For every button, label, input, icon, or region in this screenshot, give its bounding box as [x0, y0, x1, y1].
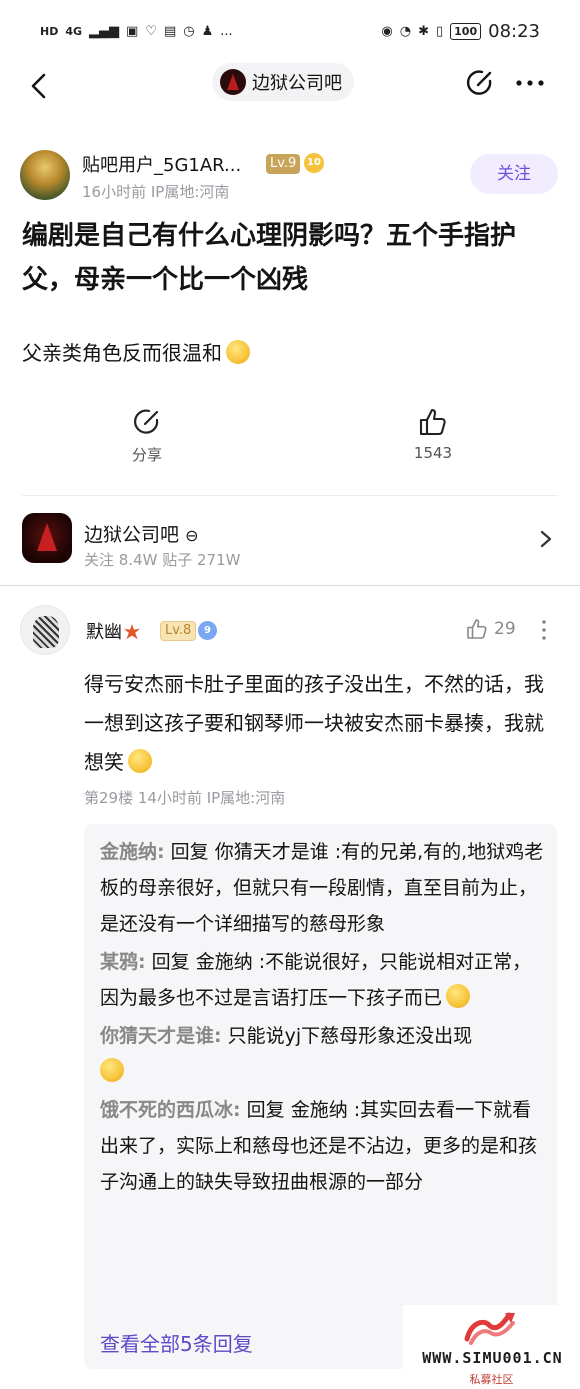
- commenter-level-badge: Lv.8: [160, 621, 197, 641]
- shocked-emoji-icon: [100, 1058, 124, 1082]
- nav-forum-title: 边狱公司吧: [252, 73, 342, 94]
- reply-item[interactable]: 某鸦: 回复 金施纳 :不能说很好，只能说相对正常，因为最多也不过是言语打压一下…: [100, 944, 545, 1016]
- comment-meta: 第29楼 14小时前 IP属地:河南: [84, 789, 286, 807]
- share-action[interactable]: 分享: [97, 406, 197, 465]
- post-meta: 16小时前 IP属地:河南: [82, 183, 230, 201]
- post-body-text: 父亲类角色反而很温和: [22, 341, 222, 365]
- status-bar: HD 4G ▂▄▆ ▣ ♡ ▤ ◷ ♟ ... ◉ ◔ ✱ ▯ 100 08:2…: [0, 0, 580, 62]
- eye-icon: ◉: [381, 23, 393, 39]
- comment-more-icon[interactable]: [537, 618, 551, 642]
- divider: [22, 495, 558, 496]
- comment-body: 得亏安杰丽卡肚子里面的孩子没出生，不然的话，我一想到这孩子要和钢琴师一块被安杰丽…: [84, 672, 544, 774]
- smile-emoji-icon: [446, 984, 471, 1008]
- forum-tag-icon: ⊖: [185, 526, 199, 545]
- comment-thumbs-up-icon: [467, 619, 487, 639]
- reply-box[interactable]: 金施纳: 回复 你猜天才是谁 :有的兄弟,有的,地狱鸡老板的母亲很好，但就只有一…: [84, 824, 557, 1369]
- qq-icon: ♟: [201, 23, 214, 39]
- post-actions: 分享 1543: [0, 406, 580, 486]
- more-icon[interactable]: [510, 66, 550, 100]
- post-title: 编剧是自己有什么心理阴影吗？五个手指护父，母亲一个比一个凶残: [22, 221, 517, 295]
- health-icon: ♡: [145, 23, 157, 39]
- network-indicator: 4G: [65, 24, 83, 38]
- reply-author[interactable]: 你猜天才是谁:: [100, 1025, 222, 1047]
- comment-like-button[interactable]: 29: [465, 616, 516, 642]
- section-divider: [0, 585, 580, 586]
- author-avatar[interactable]: [20, 150, 70, 200]
- follow-button[interactable]: 关注: [470, 154, 558, 194]
- battery-indicator: 100: [450, 22, 482, 40]
- comment-text: 得亏安杰丽卡肚子里面的孩子没出生，不然的话，我一想到这孩子要和钢琴师一块被安杰丽…: [84, 665, 562, 782]
- forum-title-pill[interactable]: 边狱公司吧: [212, 63, 354, 101]
- reply-author[interactable]: 饿不死的西瓜冰:: [100, 1099, 241, 1121]
- smile-emoji-icon: [128, 749, 152, 773]
- post-body: 父亲类角色反而很温和: [22, 336, 552, 370]
- share-action-icon: [134, 409, 159, 434]
- commenter-avatar[interactable]: [20, 605, 70, 655]
- bluetooth-icon: ✱: [418, 23, 429, 39]
- yawn-emoji-icon: [226, 340, 250, 364]
- reply-item[interactable]: 饿不死的西瓜冰: 回复 金施纳 :其实回去看一下就看出来了，实际上和慈母也还是不…: [100, 1092, 545, 1200]
- watermark-text: WWW.SIMU001.CN: [422, 1349, 563, 1367]
- vibrate-icon: ▯: [436, 23, 444, 39]
- nav-bar: 边狱公司吧: [0, 62, 580, 110]
- tv-icon: ▣: [126, 23, 139, 39]
- share-icon[interactable]: [463, 66, 497, 100]
- status-left: HD 4G ▂▄▆ ▣ ♡ ▤ ◷ ♟ ...: [40, 24, 233, 39]
- alarm-icon: ◷: [183, 23, 195, 39]
- maple-leaf-icon: [124, 624, 140, 640]
- watermark: WWW.SIMU001.CN 私募社区: [403, 1305, 580, 1389]
- author-medal-badge: 10: [304, 153, 324, 173]
- reply-author[interactable]: 金施纳:: [100, 841, 165, 863]
- status-right: ◉ ◔ ✱ ▯ 100 08:23: [381, 21, 540, 42]
- reply-text: 回复 你猜天才是谁 :有的兄弟,有的,地狱鸡老板的母亲很好，但就只有一段剧情，直…: [100, 841, 544, 935]
- alarm-clock-icon: ◔: [399, 23, 412, 39]
- back-arrow-icon[interactable]: [22, 68, 58, 104]
- more-notifications: ...: [220, 23, 233, 39]
- signal-icon: ▂▄▆: [89, 23, 120, 39]
- hd-indicator: HD: [40, 24, 59, 38]
- forum-name-text: 边狱公司吧: [84, 524, 180, 546]
- forum-stats: 关注 8.4W 贴子 271W: [84, 551, 241, 569]
- forum-card[interactable]: 边狱公司吧 ⊖ 关注 8.4W 贴子 271W: [22, 511, 562, 571]
- thumbs-up-icon: [419, 408, 446, 436]
- reply-author[interactable]: 某鸦:: [100, 951, 146, 973]
- clock: 08:23: [488, 20, 540, 42]
- forum-logo: [22, 513, 72, 563]
- like-action[interactable]: 1543: [383, 406, 483, 462]
- post-author-row: 贴吧用户_5G1AR... Lv.9 10 16小时前 IP属地:河南 关注: [20, 148, 560, 204]
- reply-text: 只能说yj下慈母形象还没出现: [221, 1025, 473, 1047]
- reply-list: 金施纳: 回复 你猜天才是谁 :有的兄弟,有的,地狱鸡老板的母亲很好，但就只有一…: [100, 834, 545, 1202]
- commenter-name[interactable]: 默幽: [86, 618, 140, 644]
- reply-item[interactable]: 金施纳: 回复 你猜天才是谁 :有的兄弟,有的,地狱鸡老板的母亲很好，但就只有一…: [100, 834, 545, 942]
- like-count: 1543: [413, 444, 453, 462]
- reply-item[interactable]: 你猜天才是谁: 只能说yj下慈母形象还没出现: [100, 1018, 545, 1090]
- commenter-name-text: 默幽: [86, 622, 122, 643]
- comment-like-count: 29: [494, 619, 516, 639]
- share-label: 分享: [131, 446, 162, 464]
- watermark-subtext: 私募社区: [469, 1373, 514, 1386]
- chevron-right-icon[interactable]: [536, 527, 556, 551]
- commenter-medal-badge: 9: [198, 621, 217, 640]
- see-all-replies-link[interactable]: 查看全部5条回复: [100, 1328, 253, 1357]
- author-level-badge: Lv.9: [266, 154, 301, 174]
- notification-icon: ▤: [163, 23, 177, 39]
- author-name[interactable]: 贴吧用户_5G1AR...: [82, 151, 241, 177]
- watermark-logo-icon: [464, 1312, 515, 1345]
- forum-logo-icon: [220, 69, 246, 95]
- forum-name: 边狱公司吧 ⊖: [84, 520, 198, 547]
